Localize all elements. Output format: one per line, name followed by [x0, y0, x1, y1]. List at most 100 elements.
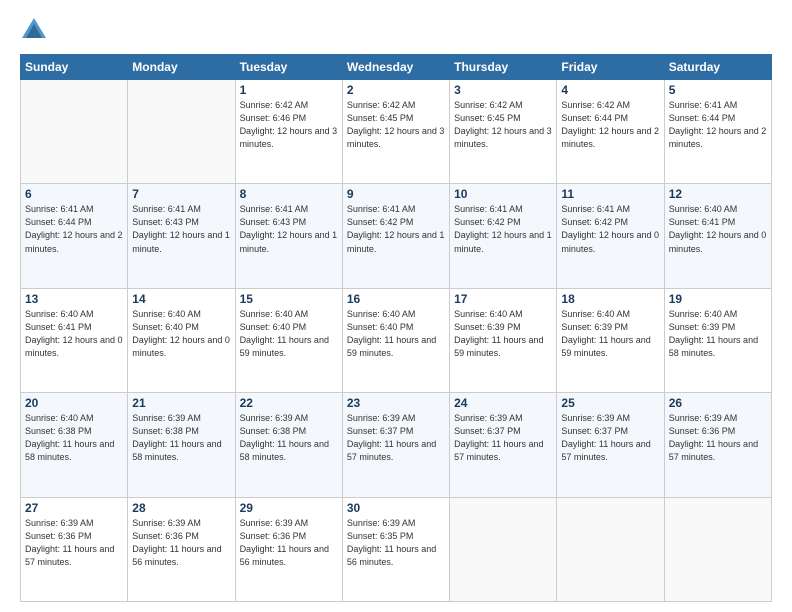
calendar-day-header: Sunday: [21, 55, 128, 80]
day-number: 30: [347, 501, 445, 515]
day-detail: Sunrise: 6:42 AM Sunset: 6:45 PM Dayligh…: [454, 99, 552, 151]
calendar-cell: 10Sunrise: 6:41 AM Sunset: 6:42 PM Dayli…: [450, 184, 557, 288]
day-detail: Sunrise: 6:41 AM Sunset: 6:44 PM Dayligh…: [669, 99, 767, 151]
day-number: 12: [669, 187, 767, 201]
logo: [20, 16, 52, 44]
calendar-cell: 21 Sunrise: 6:39 AM Sunset: 6:38 PM Dayli…: [128, 393, 235, 497]
calendar-cell: 29 Sunrise: 6:39 AM Sunset: 6:36 PM Dayli…: [235, 497, 342, 601]
calendar-cell: 17Sunrise: 6:40 AM Sunset: 6:39 PM Dayli…: [450, 288, 557, 392]
day-detail: Sunrise: 6:41 AM Sunset: 6:43 PM Dayligh…: [240, 203, 338, 255]
day-detail: Sunrise: 6:39 AM Sunset: 6:37 PM Dayligh…: [561, 412, 659, 464]
day-detail: Sunrise: 6:40 AM Sunset: 6:41 PM Dayligh…: [669, 203, 767, 255]
day-detail: Sunrise: 6:40 AM Sunset: 6:39 PM Dayligh…: [454, 308, 552, 360]
day-detail: Sunrise: 6:42 AM Sunset: 6:44 PM Dayligh…: [561, 99, 659, 151]
day-detail: Sunrise: 6:39 AM Sunset: 6:38 PM Dayligh…: [240, 412, 338, 464]
day-number: 21: [132, 396, 230, 410]
logo-icon: [20, 16, 48, 44]
day-detail: Sunrise: 6:41 AM Sunset: 6:42 PM Dayligh…: [561, 203, 659, 255]
day-detail: Sunrise: 6:39 AM Sunset: 6:36 PM Dayligh…: [240, 517, 338, 569]
calendar-day-header: Thursday: [450, 55, 557, 80]
calendar-day-header: Monday: [128, 55, 235, 80]
calendar-cell: [128, 80, 235, 184]
calendar-cell: 19 Sunrise: 6:40 AM Sunset: 6:39 PM Dayli…: [664, 288, 771, 392]
calendar-cell: 26 Sunrise: 6:39 AM Sunset: 6:36 PM Dayli…: [664, 393, 771, 497]
calendar-day-header: Tuesday: [235, 55, 342, 80]
day-number: 26: [669, 396, 767, 410]
calendar-cell: 24 Sunrise: 6:39 AM Sunset: 6:37 PM Dayli…: [450, 393, 557, 497]
day-number: 3: [454, 83, 552, 97]
day-number: 19: [669, 292, 767, 306]
day-number: 18: [561, 292, 659, 306]
day-number: 5: [669, 83, 767, 97]
calendar-cell: 14Sunrise: 6:40 AM Sunset: 6:40 PM Dayli…: [128, 288, 235, 392]
calendar-cell: 27Sunrise: 6:39 AM Sunset: 6:36 PM Dayli…: [21, 497, 128, 601]
day-detail: Sunrise: 6:42 AM Sunset: 6:46 PM Dayligh…: [240, 99, 338, 151]
page: SundayMondayTuesdayWednesdayThursdayFrid…: [0, 0, 792, 612]
day-number: 28: [132, 501, 230, 515]
calendar-cell: 11 Sunrise: 6:41 AM Sunset: 6:42 PM Dayli…: [557, 184, 664, 288]
day-number: 6: [25, 187, 123, 201]
day-detail: Sunrise: 6:39 AM Sunset: 6:36 PM Dayligh…: [669, 412, 767, 464]
day-detail: Sunrise: 6:40 AM Sunset: 6:39 PM Dayligh…: [669, 308, 767, 360]
day-number: 29: [240, 501, 338, 515]
calendar-cell: 16 Sunrise: 6:40 AM Sunset: 6:40 PM Dayli…: [342, 288, 449, 392]
day-detail: Sunrise: 6:41 AM Sunset: 6:44 PM Dayligh…: [25, 203, 123, 255]
day-detail: Sunrise: 6:40 AM Sunset: 6:41 PM Dayligh…: [25, 308, 123, 360]
day-number: 15: [240, 292, 338, 306]
calendar-week-row: 27Sunrise: 6:39 AM Sunset: 6:36 PM Dayli…: [21, 497, 772, 601]
calendar-cell: 18 Sunrise: 6:40 AM Sunset: 6:39 PM Dayli…: [557, 288, 664, 392]
calendar-week-row: 1Sunrise: 6:42 AM Sunset: 6:46 PM Daylig…: [21, 80, 772, 184]
day-number: 20: [25, 396, 123, 410]
day-detail: Sunrise: 6:41 AM Sunset: 6:42 PM Dayligh…: [347, 203, 445, 255]
day-number: 7: [132, 187, 230, 201]
calendar-cell: [557, 497, 664, 601]
calendar-header-row: SundayMondayTuesdayWednesdayThursdayFrid…: [21, 55, 772, 80]
calendar-cell: [450, 497, 557, 601]
calendar-cell: 5 Sunrise: 6:41 AM Sunset: 6:44 PM Daylig…: [664, 80, 771, 184]
header: [20, 16, 772, 44]
calendar-cell: 4 Sunrise: 6:42 AM Sunset: 6:44 PM Daylig…: [557, 80, 664, 184]
day-number: 16: [347, 292, 445, 306]
day-number: 9: [347, 187, 445, 201]
day-detail: Sunrise: 6:40 AM Sunset: 6:40 PM Dayligh…: [132, 308, 230, 360]
day-number: 8: [240, 187, 338, 201]
day-detail: Sunrise: 6:42 AM Sunset: 6:45 PM Dayligh…: [347, 99, 445, 151]
calendar-day-header: Saturday: [664, 55, 771, 80]
day-detail: Sunrise: 6:40 AM Sunset: 6:38 PM Dayligh…: [25, 412, 123, 464]
calendar-cell: 1Sunrise: 6:42 AM Sunset: 6:46 PM Daylig…: [235, 80, 342, 184]
day-detail: Sunrise: 6:39 AM Sunset: 6:37 PM Dayligh…: [454, 412, 552, 464]
calendar-week-row: 6 Sunrise: 6:41 AM Sunset: 6:44 PM Daylig…: [21, 184, 772, 288]
calendar-cell: [664, 497, 771, 601]
day-detail: Sunrise: 6:39 AM Sunset: 6:37 PM Dayligh…: [347, 412, 445, 464]
day-detail: Sunrise: 6:40 AM Sunset: 6:40 PM Dayligh…: [240, 308, 338, 360]
day-number: 24: [454, 396, 552, 410]
calendar-cell: 20 Sunrise: 6:40 AM Sunset: 6:38 PM Dayli…: [21, 393, 128, 497]
day-detail: Sunrise: 6:40 AM Sunset: 6:39 PM Dayligh…: [561, 308, 659, 360]
day-detail: Sunrise: 6:39 AM Sunset: 6:35 PM Dayligh…: [347, 517, 445, 569]
calendar-cell: 12 Sunrise: 6:40 AM Sunset: 6:41 PM Dayli…: [664, 184, 771, 288]
day-number: 22: [240, 396, 338, 410]
day-detail: Sunrise: 6:41 AM Sunset: 6:43 PM Dayligh…: [132, 203, 230, 255]
calendar-cell: 30 Sunrise: 6:39 AM Sunset: 6:35 PM Dayli…: [342, 497, 449, 601]
calendar-cell: 2 Sunrise: 6:42 AM Sunset: 6:45 PM Daylig…: [342, 80, 449, 184]
day-detail: Sunrise: 6:40 AM Sunset: 6:40 PM Dayligh…: [347, 308, 445, 360]
calendar-cell: 22 Sunrise: 6:39 AM Sunset: 6:38 PM Dayli…: [235, 393, 342, 497]
calendar-cell: 28 Sunrise: 6:39 AM Sunset: 6:36 PM Dayli…: [128, 497, 235, 601]
day-detail: Sunrise: 6:39 AM Sunset: 6:36 PM Dayligh…: [25, 517, 123, 569]
calendar-cell: 15 Sunrise: 6:40 AM Sunset: 6:40 PM Dayli…: [235, 288, 342, 392]
calendar-cell: 9 Sunrise: 6:41 AM Sunset: 6:42 PM Daylig…: [342, 184, 449, 288]
day-detail: Sunrise: 6:39 AM Sunset: 6:38 PM Dayligh…: [132, 412, 230, 464]
calendar-cell: 25Sunrise: 6:39 AM Sunset: 6:37 PM Dayli…: [557, 393, 664, 497]
day-number: 4: [561, 83, 659, 97]
calendar-cell: 23 Sunrise: 6:39 AM Sunset: 6:37 PM Dayli…: [342, 393, 449, 497]
day-number: 2: [347, 83, 445, 97]
day-number: 11: [561, 187, 659, 201]
day-detail: Sunrise: 6:39 AM Sunset: 6:36 PM Dayligh…: [132, 517, 230, 569]
day-number: 23: [347, 396, 445, 410]
calendar-cell: [21, 80, 128, 184]
day-detail: Sunrise: 6:41 AM Sunset: 6:42 PM Dayligh…: [454, 203, 552, 255]
day-number: 13: [25, 292, 123, 306]
calendar-day-header: Friday: [557, 55, 664, 80]
calendar-table: SundayMondayTuesdayWednesdayThursdayFrid…: [20, 54, 772, 602]
calendar-week-row: 20 Sunrise: 6:40 AM Sunset: 6:38 PM Dayli…: [21, 393, 772, 497]
